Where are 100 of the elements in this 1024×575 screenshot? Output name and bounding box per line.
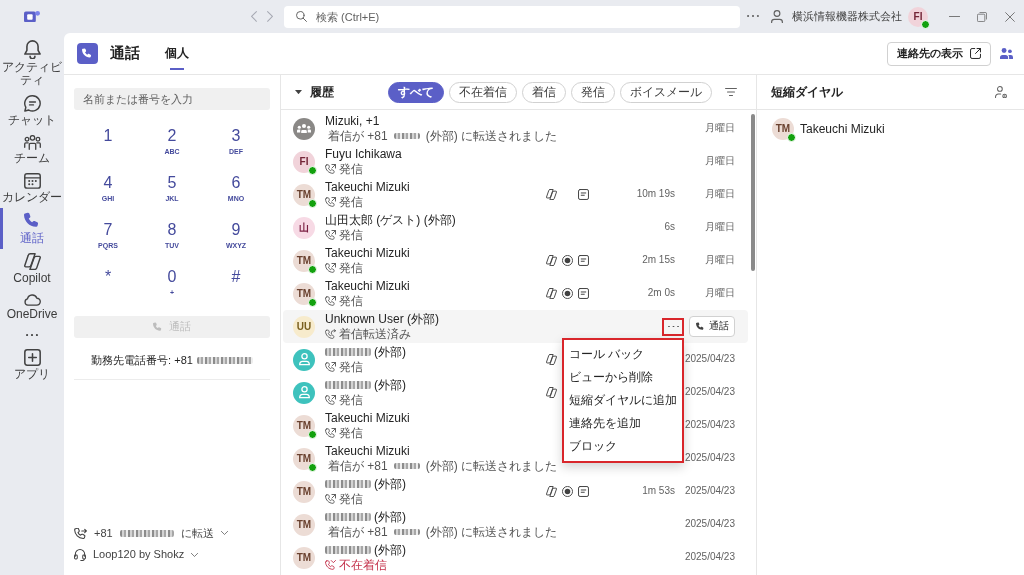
calendar-icon [23,173,41,189]
audio-device-dropdown[interactable]: Loop120 by Shokz [74,545,199,565]
menu-item[interactable]: コール バック [564,343,682,366]
avatar: FI [293,150,315,173]
contact-name: (外部) [374,509,406,525]
redacted-text [119,529,174,537]
headset-icon [74,549,86,562]
call-detail: 不在着信 [339,557,387,573]
rail-item[interactable]: Copilot [0,249,64,290]
page-title: 通話 [110,44,140,63]
avatar: TM [293,513,315,536]
more-icon [26,334,38,337]
call-history-row[interactable]: UU Unknown User (外部) 着信転送済み 通話 [283,310,748,343]
forwarding-dropdown[interactable]: +81 に転送 [74,523,228,544]
call-detail: 発信 [339,491,363,507]
avatar: TM [293,414,315,437]
logo-icon [24,10,40,23]
call-detail: 発信 [339,293,363,309]
chevron-left-icon [251,11,257,22]
rail-item[interactable]: カレンダー [0,169,64,208]
filter-chip[interactable]: すべて [388,81,444,103]
people-icon [1000,48,1013,59]
menu-item[interactable]: ブロック [564,435,682,458]
avatar: TM [293,282,315,305]
dial-key[interactable]: # [204,261,268,308]
call-detail: 着信が +81 [328,128,388,144]
number-input[interactable]: 名前または番号を入力 [74,88,270,110]
filter-chip[interactable]: 発信 [571,81,615,103]
contact-name: Mizuki, +1 [325,113,380,129]
outgoing-call-icon [325,427,336,439]
avatar: TM [772,118,794,140]
call-duration: 2m 0s [646,287,675,300]
rail-item[interactable]: チャット [0,91,64,132]
rail-item[interactable]: アプリ [0,345,64,386]
loops-icon [545,287,557,300]
menu-item[interactable]: ビューから削除 [564,366,682,389]
outgoing-call-icon [325,196,336,208]
menu-item[interactable]: 短縮ダイヤルに追加 [564,389,682,412]
rail-item[interactable]: アクティビティ [0,36,64,92]
call-date: 2025/04/23 [683,485,735,498]
dial-key[interactable]: * [76,261,140,308]
loops-icon [545,485,557,498]
outgoing-call-icon [325,394,336,406]
phone-icon [695,321,705,332]
outgoing-call-icon [325,361,336,373]
redacted-text [393,133,420,139]
contact-name: Unknown User (外部) [325,311,440,327]
bell-icon [23,40,41,60]
contact-name: 山田太郎 (ゲスト) (外部) [325,212,456,228]
call-detail: 発信 [339,392,363,408]
avatar: TM [293,480,315,503]
rail-item[interactable]: OneDrive [0,289,64,326]
minimize-icon [948,16,960,17]
dial-key[interactable]: 1 [76,120,140,167]
caret-icon[interactable] [295,89,302,95]
redacted-text [196,357,253,365]
call-date: 月曜日 [704,122,735,135]
transcript-icon [577,287,589,299]
outgoing-call-icon [325,163,336,175]
call-detail: 発信 [339,260,363,276]
avatar: TM [293,183,315,206]
call-detail: (外部) に転送されました [425,128,558,144]
add-app-icon [23,349,41,367]
call-duration: 6s [663,221,675,234]
redacted-text [325,480,371,488]
person-gear-icon [995,85,1007,99]
filter-chip[interactable]: 不在着信 [449,81,517,103]
record-icon [561,485,573,497]
call-detail: (外部) に転送されました [425,458,558,474]
call-back-button[interactable]: 通話 [689,316,735,337]
rail-item[interactable]: チーム [0,131,64,170]
more-options-button[interactable] [662,317,684,336]
rail-item[interactable]: 通話 [0,207,64,250]
scrollbar[interactable] [751,114,755,271]
search-icon [296,11,307,22]
call-forward-icon [74,527,87,540]
filter-chip[interactable]: ボイスメール [620,81,712,103]
record-icon [561,254,573,266]
filter-icon [725,87,737,97]
call-duration: 1m 53s [641,485,675,498]
speed-dial-item[interactable]: TM Takeuchi Mizuki [757,110,1024,148]
call-detail: 着信が +81 [328,458,388,474]
show-contacts-button[interactable]: 連絡先の表示 [887,41,991,66]
search-field[interactable]: 検索 (Ctrl+E) [284,5,740,28]
avatar: TM [293,447,315,470]
filter-chip[interactable]: 着信 [522,81,566,103]
work-number-label: 勤務先電話番号: +81 [91,354,193,368]
call-detail: 発信 [339,227,363,243]
transcript-icon [577,485,589,497]
redacted-text [325,381,371,389]
cloud-icon [23,293,41,307]
avatar[interactable]: FI [908,6,928,27]
contact-name: Takeuchi Mizuki [325,179,410,195]
call-date: 月曜日 [704,221,735,234]
contact-name: (外部) [374,344,406,360]
people-button[interactable] [997,45,1016,62]
call-date: 月曜日 [704,287,735,300]
more-icon [667,325,679,328]
menu-item[interactable]: 連絡先を追加 [564,412,682,435]
contact-name: (外部) [374,377,406,393]
